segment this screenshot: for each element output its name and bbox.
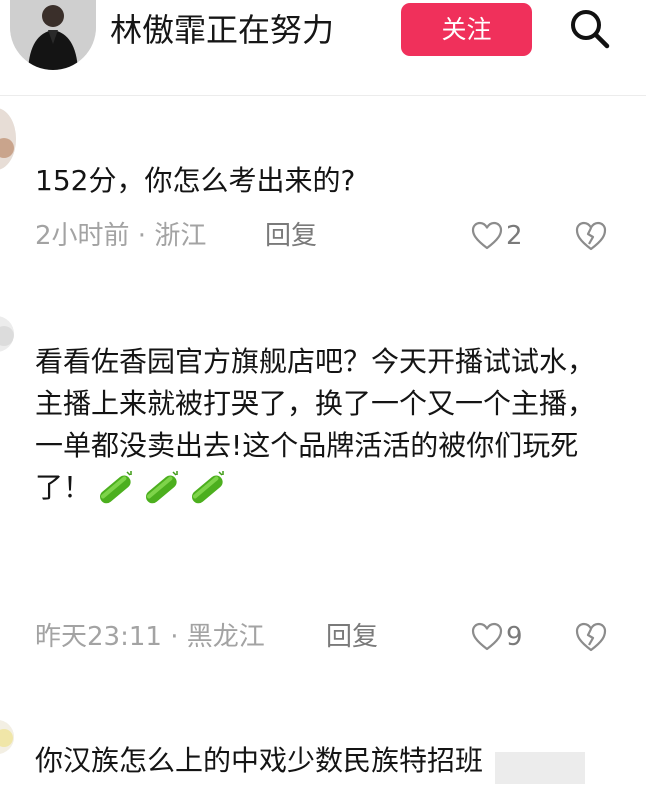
like-count: 9 — [506, 622, 523, 652]
search-icon[interactable] — [567, 6, 611, 50]
top-bar: 林傲霏正在努力 关注 — [0, 0, 646, 96]
cucumber-emoji-icon — [139, 469, 183, 509]
comment-time: 昨天23:11 — [35, 622, 162, 652]
comment-meta: 昨天23:11 · 黑龙江 — [35, 619, 265, 655]
cucumber-emoji-icon — [185, 469, 229, 509]
comment-text: 看看佐香园官方旗舰店吧？今天开播试试水，主播上来就被打哭了，换了一个又一个主播，… — [35, 341, 616, 509]
avatar[interactable] — [10, 0, 96, 70]
avatar[interactable] — [0, 108, 16, 170]
dislike-icon[interactable] — [574, 219, 608, 253]
meta-separator: · — [161, 622, 187, 652]
dislike-icon[interactable] — [574, 620, 608, 654]
comment-time: 2小时前 — [35, 221, 130, 251]
avatar[interactable] — [0, 720, 14, 754]
follow-button[interactable]: 关注 — [401, 3, 532, 56]
heart-icon — [471, 622, 503, 651]
heart-icon — [471, 221, 503, 250]
cucumber-emoji-icon — [93, 469, 137, 509]
comment-text: 152分，你怎么考出来的? — [35, 164, 356, 197]
comment-location: 黑龙江 — [186, 622, 265, 652]
comment-meta: 2小时前 · 浙江 — [35, 218, 206, 254]
reply-button[interactable]: 回复 — [265, 218, 317, 254]
like-button[interactable]: 2 — [471, 218, 523, 254]
comment-location: 浙江 — [154, 221, 207, 251]
meta-separator: · — [129, 221, 155, 251]
like-button[interactable]: 9 — [471, 619, 523, 655]
watermark — [495, 752, 585, 784]
avatar[interactable] — [0, 316, 14, 352]
username[interactable]: 林傲霏正在努力 — [110, 8, 334, 52]
reply-button[interactable]: 回复 — [326, 619, 378, 655]
like-count: 2 — [506, 221, 523, 251]
